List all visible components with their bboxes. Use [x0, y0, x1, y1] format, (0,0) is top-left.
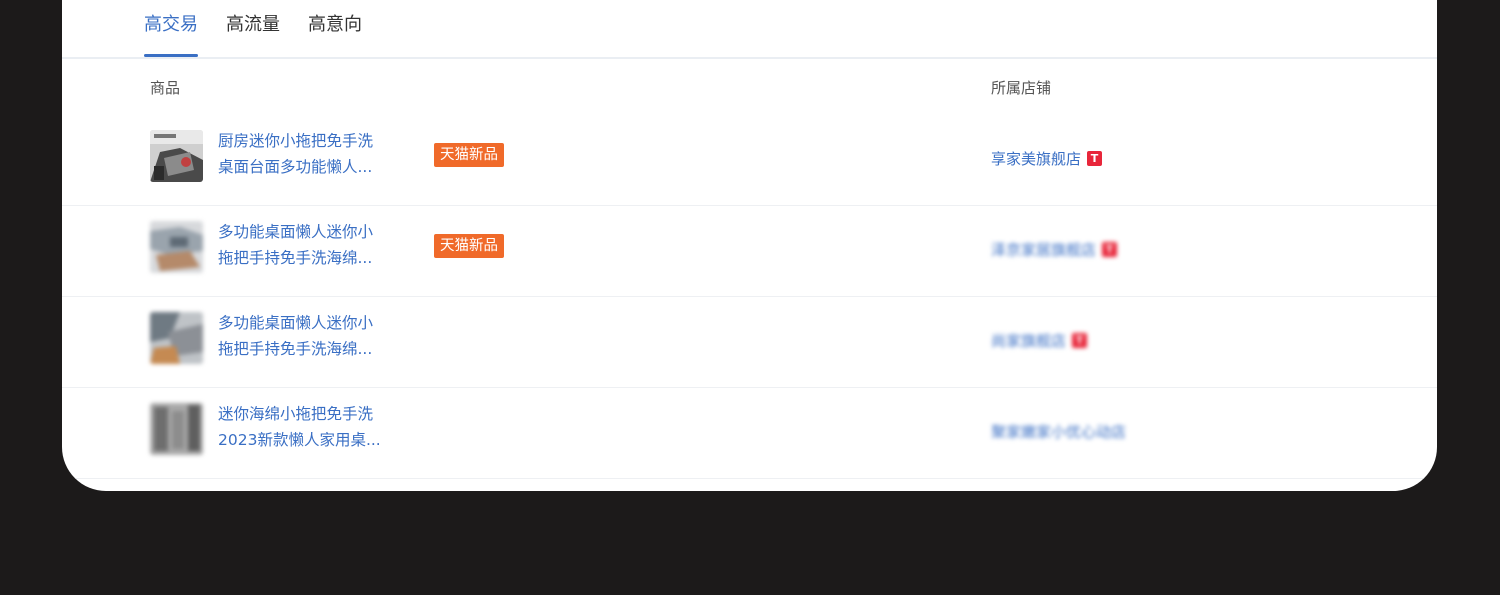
- product-thumbnail[interactable]: [150, 403, 203, 455]
- product-title-line: 桌面台面多功能懒人...: [218, 158, 373, 176]
- product-title-line: 2023新款懒人家用桌...: [218, 431, 381, 449]
- product-title-line: 迷你海绵小拖把免手洗: [218, 405, 374, 423]
- shop-name: 尚家旗舰店: [991, 332, 1067, 350]
- product-title-line: 拖把手持免手洗海绵...: [218, 249, 373, 267]
- shop-name: 聚家嫩家小优心动店: [991, 423, 1127, 441]
- table-row: 迷你海绵小拖把免手洗 2023新款懒人家用桌... 聚家嫩家小优心动店: [62, 387, 1437, 479]
- shop-link[interactable]: 享家美旗舰店 T: [991, 148, 1103, 169]
- column-header-product: 商品: [150, 79, 181, 97]
- table-row: 多功能桌面懒人迷你小 拖把手持免手洗海绵... 天猫新品 泽京家居旗舰店 T: [62, 205, 1437, 297]
- shop-name: 享家美旗舰店: [991, 150, 1082, 168]
- column-header-shop: 所属店铺: [991, 79, 1052, 97]
- product-thumbnail[interactable]: [150, 221, 203, 273]
- product-title-link[interactable]: 厨房迷你小拖把免手洗 桌面台面多功能懒人...: [218, 128, 408, 180]
- ranking-tabs: 高交易 高流量 高意向: [144, 0, 362, 58]
- tmall-store-icon: T: [1087, 151, 1103, 166]
- shop-link[interactable]: 聚家嫩家小优心动店: [991, 421, 1126, 442]
- shop-name: 泽京家居旗舰店: [991, 241, 1097, 259]
- shop-link[interactable]: 泽京家居旗舰店 T: [991, 239, 1118, 260]
- tab-high-intent[interactable]: 高意向: [308, 0, 362, 57]
- table-row: 多功能桌面懒人迷你小 拖把手持免手洗海绵... 尚家旗舰店 T: [62, 296, 1437, 388]
- tab-high-traffic[interactable]: 高流量: [226, 0, 280, 57]
- tmall-new-tag: 天猫新品: [434, 143, 504, 167]
- product-thumbnail[interactable]: [150, 312, 203, 364]
- tmall-new-tag: 天猫新品: [434, 234, 504, 258]
- product-thumbnail[interactable]: [150, 130, 203, 182]
- shop-link[interactable]: 尚家旗舰店 T: [991, 330, 1088, 351]
- product-title-link[interactable]: 多功能桌面懒人迷你小 拖把手持免手洗海绵...: [218, 219, 408, 271]
- product-title-link[interactable]: 多功能桌面懒人迷你小 拖把手持免手洗海绵...: [218, 310, 408, 362]
- product-title-link[interactable]: 迷你海绵小拖把免手洗 2023新款懒人家用桌...: [218, 401, 408, 453]
- product-ranking-card: 高交易 高流量 高意向 商品 所属店铺 厨房迷你小拖把免手洗 桌面台面多功能懒人…: [62, 0, 1437, 491]
- product-title-line: 厨房迷你小拖把免手洗: [218, 132, 374, 150]
- tmall-store-icon: T: [1102, 242, 1118, 257]
- tabs-divider: [62, 57, 1437, 59]
- product-title-line: 拖把手持免手洗海绵...: [218, 340, 373, 358]
- table-row: 厨房迷你小拖把免手洗 桌面台面多功能懒人... 天猫新品 享家美旗舰店 T: [62, 114, 1437, 206]
- tab-high-transaction[interactable]: 高交易: [144, 0, 198, 57]
- tmall-store-icon: T: [1072, 333, 1088, 348]
- product-title-line: 多功能桌面懒人迷你小: [218, 314, 374, 332]
- product-title-line: 多功能桌面懒人迷你小: [218, 223, 374, 241]
